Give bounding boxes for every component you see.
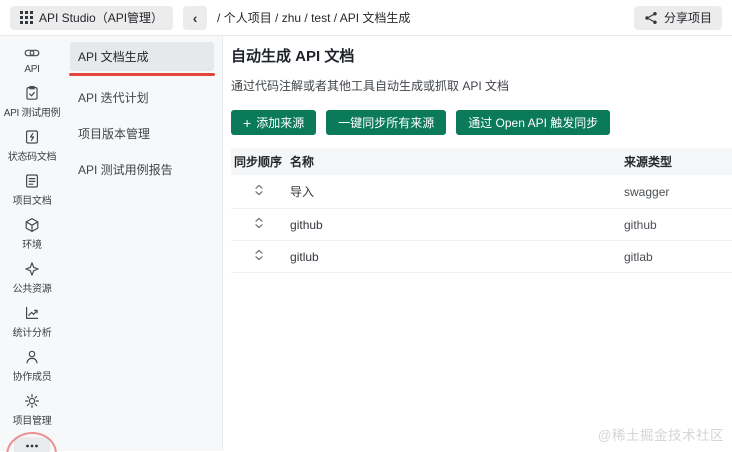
sidebar-item-label: 公共资源 xyxy=(12,284,52,295)
sidebar-item-label: 统计分析 xyxy=(12,328,52,339)
link-icon xyxy=(24,45,40,61)
sidebar-item-project-management[interactable]: 项目管理 xyxy=(1,393,63,427)
chevron-left-icon: ‹ xyxy=(192,9,198,26)
sidebar-item-api[interactable]: API xyxy=(1,45,63,75)
column-header-sync-order: 同步顺序 xyxy=(234,155,283,169)
members-icon xyxy=(24,349,40,365)
sidebar-item-api-test-case[interactable]: API 测试用例 xyxy=(1,85,63,119)
sidebar-item-members[interactable]: 协作成员 xyxy=(1,349,63,383)
sources-table: 同步顺序 名称 来源类型 导入 swagger github github gi… xyxy=(231,148,732,273)
app-launcher-label: API Studio（API管理） xyxy=(39,11,164,25)
sidebar-item-statistics[interactable]: 统计分析 xyxy=(1,305,63,339)
toolbar: + 添加来源 一键同步所有来源 通过 Open API 触发同步 xyxy=(231,110,732,135)
sidebar-item-label: API xyxy=(24,64,40,75)
source-name: gitlub xyxy=(286,240,620,273)
source-name: 导入 xyxy=(286,175,620,209)
layout: API API 测试用例 状态码文档 项目文档 环境 公共资源 统计分析 协作成… xyxy=(0,36,732,452)
secondary-sidebar: API 文档生成 API 迭代计划 项目版本管理 API 测试用例报告 xyxy=(64,36,223,451)
environment-icon xyxy=(24,217,40,233)
table-header-row: 同步顺序 名称 来源类型 xyxy=(231,148,732,175)
source-type: github xyxy=(620,208,732,241)
ellipsis-icon xyxy=(24,441,40,451)
sidebar-item-status-code-doc[interactable]: 状态码文档 xyxy=(1,129,63,163)
sort-handle-icon[interactable] xyxy=(254,217,264,229)
sidebar-item-label: 协作成员 xyxy=(12,372,52,383)
menu-item-api-test-case-report[interactable]: API 测试用例报告 xyxy=(70,155,214,184)
add-source-button[interactable]: + 添加来源 xyxy=(231,110,317,135)
sort-handle-icon[interactable] xyxy=(254,184,264,196)
sidebar-item-label: 项目文档 xyxy=(12,196,52,207)
test-case-icon xyxy=(24,85,40,101)
project-doc-icon xyxy=(24,173,40,189)
table-row: github github xyxy=(231,208,732,241)
page-description: 通过代码注解或者其他工具自动生成或抓取 API 文档 xyxy=(231,79,510,93)
gear-icon xyxy=(24,393,40,409)
public-resource-icon xyxy=(24,261,40,277)
sidebar-item-label: 项目管理 xyxy=(12,416,52,427)
sidebar-item-project-doc[interactable]: 项目文档 xyxy=(1,173,63,207)
watermark: @稀土掘金技术社区 xyxy=(597,428,724,443)
source-name: github xyxy=(286,208,620,241)
column-header-name: 名称 xyxy=(290,155,315,169)
menu-item-api-doc-generation[interactable]: API 文档生成 xyxy=(70,42,214,71)
open-api-trigger-sync-button[interactable]: 通过 Open API 触发同步 xyxy=(456,110,611,135)
sidebar-item-label: 环境 xyxy=(22,240,42,251)
sidebar-item-label: 状态码文档 xyxy=(7,152,57,163)
source-type: swagger xyxy=(620,175,732,209)
page-title: 自动生成 API 文档 xyxy=(231,48,355,65)
back-button[interactable]: ‹ xyxy=(183,5,208,30)
source-type: gitlab xyxy=(620,240,732,273)
share-label: 分享项目 xyxy=(663,11,712,25)
menu-item-api-iteration-plan[interactable]: API 迭代计划 xyxy=(70,83,214,112)
sync-all-sources-button[interactable]: 一键同步所有来源 xyxy=(326,110,447,135)
red-underline-annotation xyxy=(69,73,215,76)
column-header-source-type: 来源类型 xyxy=(624,155,673,169)
app-launcher-button[interactable]: API Studio（API管理） xyxy=(10,5,174,30)
sidebar-item-environment[interactable]: 环境 xyxy=(1,217,63,251)
sidebar-item-others[interactable]: 其他 xyxy=(3,429,61,452)
statistics-icon xyxy=(24,305,40,321)
grid-icon xyxy=(20,11,33,24)
top-header: API Studio（API管理） ‹ / 个人项目 / zhu / test … xyxy=(0,0,732,36)
menu-item-project-version-management[interactable]: 项目版本管理 xyxy=(70,119,214,148)
share-icon xyxy=(644,11,658,25)
table-row: gitlub gitlab xyxy=(231,240,732,273)
share-project-button[interactable]: 分享项目 xyxy=(633,5,722,30)
breadcrumb[interactable]: / 个人项目 / zhu / test / API 文档生成 xyxy=(217,9,410,26)
sidebar-item-public-resources[interactable]: 公共资源 xyxy=(1,261,63,295)
sort-handle-icon[interactable] xyxy=(254,249,264,261)
plus-icon: + xyxy=(243,114,252,131)
add-source-label: 添加来源 xyxy=(256,116,305,130)
sidebar-item-label: API 测试用例 xyxy=(3,108,61,119)
primary-sidebar: API API 测试用例 状态码文档 项目文档 环境 公共资源 统计分析 协作成… xyxy=(0,36,64,452)
main-content: 自动生成 API 文档 通过代码注解或者其他工具自动生成或抓取 API 文档 +… xyxy=(223,36,732,451)
status-doc-icon xyxy=(24,129,40,145)
table-row: 导入 swagger xyxy=(231,175,732,209)
